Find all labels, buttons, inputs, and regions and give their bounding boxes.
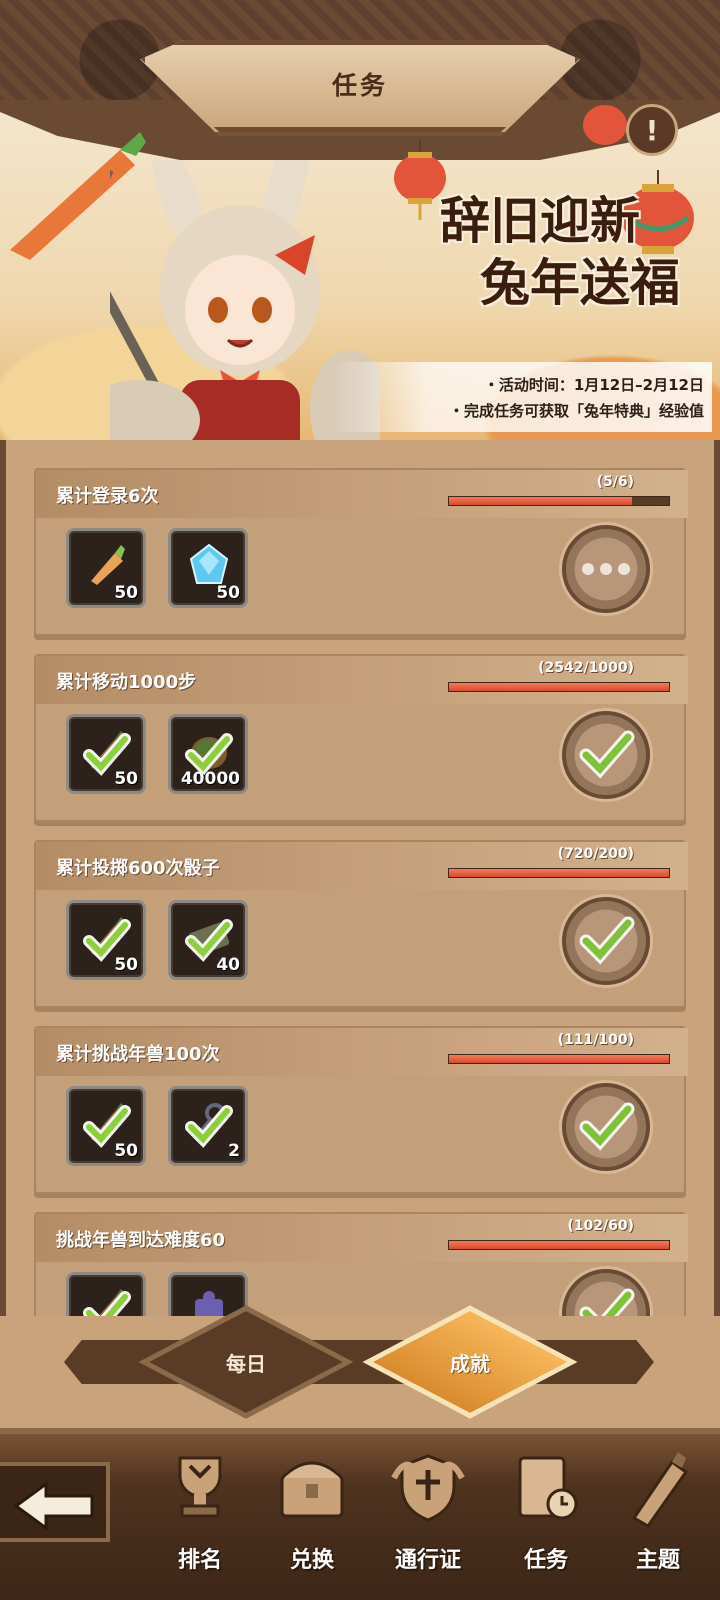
nav-item-theme[interactable]: 主题: [608, 1442, 708, 1598]
reward-quantity: 50: [114, 769, 138, 789]
check-icon: [576, 723, 636, 787]
task-name: 累计移动1000步: [56, 672, 197, 693]
task-card: 累计挑战年兽100次 (111/100) 50 2: [34, 1026, 688, 1194]
task-header: 累计移动1000步 (2542/1000): [36, 656, 688, 704]
completed-button[interactable]: [562, 1269, 650, 1320]
task-name: 累计投掷600次骰子: [56, 858, 220, 879]
reward-quantity: 50: [216, 583, 240, 603]
completed-button[interactable]: [562, 1083, 650, 1171]
tab-achievement-label: 成就: [450, 1351, 490, 1376]
task-name: 累计挑战年兽100次: [56, 1044, 220, 1065]
shield-icon: [388, 1448, 468, 1528]
reward-quantity: 50: [114, 583, 138, 603]
gem-icon: [185, 541, 233, 589]
completed-button[interactable]: [562, 711, 650, 799]
reward-slot[interactable]: [66, 1272, 146, 1320]
task-progress-text: (5/6): [596, 474, 634, 490]
headline-line1: 辞旧迎新: [440, 191, 640, 250]
task-name: 累计登录6次: [56, 486, 159, 507]
tab-bar: 每日 成就: [0, 1305, 720, 1428]
in-progress-button[interactable]: [562, 525, 650, 613]
reward-slot[interactable]: 50: [66, 528, 146, 608]
back-button[interactable]: [0, 1462, 110, 1542]
reward-slot[interactable]: 2: [168, 1086, 248, 1166]
headline-line2: 兔年送福: [480, 253, 680, 312]
scroll-icon: [506, 1448, 586, 1528]
task-progress-bar: [448, 868, 670, 878]
title-plate: 任务: [140, 40, 580, 136]
nav-label: 任务: [523, 1548, 568, 1573]
task-progress-fill: [449, 1055, 669, 1063]
check-icon: [576, 909, 636, 973]
tab-daily-label: 每日: [226, 1351, 266, 1376]
reward-quantity: 50: [114, 955, 138, 975]
task-progress-fill: [449, 683, 669, 691]
chest-icon: [272, 1448, 352, 1528]
reward-slot[interactable]: 40000: [168, 714, 248, 794]
task-header: 累计登录6次 (5/6): [36, 470, 688, 518]
task-progress-text: (2542/1000): [538, 660, 634, 676]
task-card: 累计移动1000步 (2542/1000) 50 40000: [34, 654, 688, 822]
reward-slot[interactable]: 50: [66, 900, 146, 980]
task-progress-fill: [449, 497, 632, 505]
event-info: ・活动时间：1月12日–2月12日 ・完成任务可获取「兔年特典」经验值: [332, 362, 712, 432]
task-progress-bar: [448, 682, 670, 692]
reward-quantity: 2: [228, 1141, 240, 1161]
reward-quantity: 40: [216, 955, 240, 975]
reward-slot[interactable]: 50: [168, 528, 248, 608]
tab-daily[interactable]: 每日: [138, 1305, 354, 1419]
event-headline: 辞旧迎新 兔年送福: [380, 190, 680, 314]
reward-slot[interactable]: 40: [168, 900, 248, 980]
task-header: 累计投掷600次骰子 (720/200): [36, 842, 688, 890]
task-progress-bar: [448, 1240, 670, 1250]
reward-quantity: 40000: [180, 769, 240, 789]
completed-button[interactable]: [562, 897, 650, 985]
nav-item-chest[interactable]: 兑换: [262, 1442, 362, 1598]
reward-quantity: 50: [114, 1141, 138, 1161]
task-card: 累计登录6次 (5/6) 50 50: [34, 468, 688, 636]
task-progress-text: (102/60): [567, 1218, 634, 1234]
check-icon: [576, 1095, 636, 1159]
task-card: 累计投掷600次骰子 (720/200) 50 40: [34, 840, 688, 1008]
trophy-icon: [160, 1448, 240, 1528]
claimed-check-icon: [183, 1101, 233, 1151]
nav-item-trophy[interactable]: 排名: [150, 1442, 250, 1598]
info-button[interactable]: !: [626, 104, 678, 156]
page-title: 任务: [331, 71, 388, 100]
task-name: 挑战年兽到达难度60: [56, 1230, 226, 1251]
more-dots-icon: [582, 563, 630, 575]
event-banner: 辞旧迎新 兔年送福 ・活动时间：1月12日–2月12日 ・完成任务可获取「兔年特…: [0, 100, 720, 440]
back-arrow-icon: [13, 1481, 94, 1531]
nav-item-scroll[interactable]: 任务: [496, 1442, 596, 1598]
theme-icon: [618, 1448, 698, 1528]
task-progress-bar: [448, 496, 670, 506]
task-progress-text: (720/200): [557, 846, 634, 862]
nav-label: 兑换: [289, 1548, 334, 1573]
exclamation-icon: !: [645, 113, 659, 147]
task-card: 挑战年兽到达难度60 (102/60): [34, 1212, 688, 1320]
task-progress-fill: [449, 869, 669, 877]
nav-label: 通行证: [394, 1548, 461, 1573]
task-progress-text: (111/100): [557, 1032, 634, 1048]
task-list[interactable]: 累计登录6次 (5/6) 50 50 累计移动1000步 (2542/1000) 50 400…: [0, 440, 720, 1320]
task-header: 挑战年兽到达难度60 (102/60): [36, 1214, 688, 1262]
lantern-icon: [583, 105, 627, 145]
nav-label: 排名: [177, 1548, 222, 1573]
bottom-nav: 排名 兑换 通行证 任务 主题: [0, 1428, 720, 1600]
tab-achievement[interactable]: 成就: [362, 1305, 578, 1419]
event-time: ・活动时间：1月12日–2月12日: [483, 376, 704, 394]
nav-label: 主题: [635, 1548, 680, 1573]
task-progress-bar: [448, 1054, 670, 1064]
event-reward-note: ・完成任务可获取「兔年特典」经验值: [448, 402, 704, 420]
nav-item-shield[interactable]: 通行证: [378, 1442, 478, 1598]
reward-slot[interactable]: 50: [66, 714, 146, 794]
task-progress-fill: [449, 1241, 669, 1249]
reward-slot[interactable]: 50: [66, 1086, 146, 1166]
carrot-icon: [83, 541, 131, 589]
task-header: 累计挑战年兽100次 (111/100): [36, 1028, 688, 1076]
check-icon: [576, 1281, 636, 1320]
